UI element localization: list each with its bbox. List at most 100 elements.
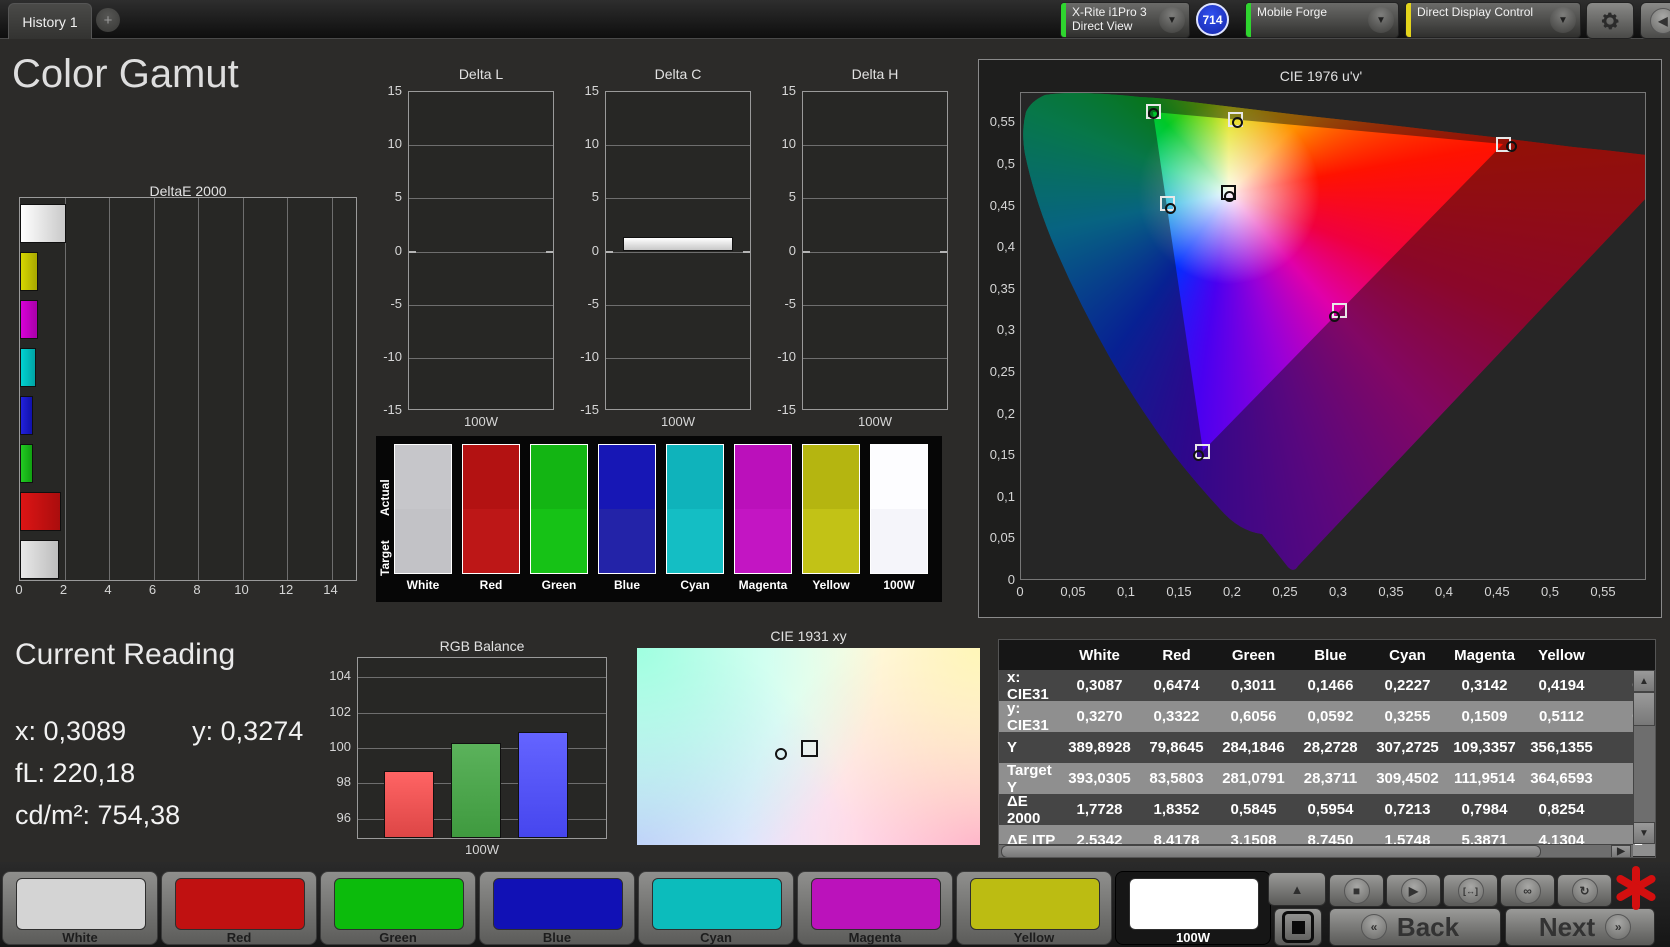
back-chevron-icon: « xyxy=(1360,914,1387,940)
y-tick-label: 0,55 xyxy=(989,114,1015,130)
table-cell: 0,7984 xyxy=(1461,801,1508,818)
delta-e-bar-green xyxy=(20,444,33,483)
y-tick-label: 0 xyxy=(394,242,402,258)
x-tick-label: 0 xyxy=(1016,584,1024,599)
swatch-actual xyxy=(599,445,655,509)
stop-button[interactable]: ■ xyxy=(1329,874,1384,907)
collapse-panel-button[interactable]: ◀ xyxy=(1640,2,1670,39)
table-row: Y 389,8928 79,8645 284,1846 28,2728 307,2725 1… xyxy=(999,732,1655,763)
loop-button[interactable]: ∞ xyxy=(1500,874,1555,907)
swatch-label: Cyan xyxy=(680,578,710,592)
next-chevron-icon: » xyxy=(1605,914,1632,940)
rgb-balance-plot-area xyxy=(357,657,607,839)
pattern-button-100w[interactable]: 100W xyxy=(1115,871,1271,945)
refresh-button[interactable]: ↻ xyxy=(1557,874,1612,907)
swatch-blue xyxy=(598,444,656,574)
next-button[interactable]: Next » xyxy=(1505,908,1655,946)
back-button[interactable]: « Back xyxy=(1329,908,1501,946)
meter-dropdown[interactable]: X-Rite i1Pro 3 Direct View ▼ xyxy=(1060,2,1190,38)
swatch-label: Red xyxy=(479,578,503,592)
results-table: White Red Green Blue Cyan Magenta Yellow x: CIE… xyxy=(998,639,1656,858)
swatch-label: Green xyxy=(541,578,577,592)
v-scroll-thumb[interactable] xyxy=(1633,692,1655,726)
zero-tick xyxy=(546,251,553,253)
chart-title: Delta H xyxy=(851,66,899,82)
pattern-window-button[interactable] xyxy=(1274,908,1322,946)
workflow-dropdown[interactable]: Direct Display Control ▼ xyxy=(1405,2,1581,38)
gear-icon xyxy=(1601,12,1619,29)
delta-e-plot-area xyxy=(19,197,357,581)
y-tick-label: 10 xyxy=(584,136,599,152)
gridline xyxy=(358,712,606,714)
gridline xyxy=(242,198,244,580)
row-label: Target Y xyxy=(1007,761,1052,796)
x-tick-label: 0,05 xyxy=(1060,584,1086,599)
table-cell: 0,5845 xyxy=(1230,801,1277,818)
gridline xyxy=(803,357,947,359)
rgb-bar-green xyxy=(451,742,501,838)
x-tick-label: 12 xyxy=(278,582,294,597)
y-tick-label: -10 xyxy=(383,348,402,364)
source-dropdown[interactable]: Mobile Forge ▼ xyxy=(1245,2,1399,38)
pattern-button-cyan[interactable]: Cyan xyxy=(638,871,794,945)
pattern-swatch xyxy=(493,878,623,930)
scroll-down-button[interactable]: ▼ xyxy=(1633,822,1655,844)
source-label: Mobile Forge xyxy=(1257,5,1328,19)
gridline xyxy=(109,198,110,580)
pattern-button-blue[interactable]: Blue xyxy=(479,871,635,945)
pattern-size-button-icon: [↔] xyxy=(1457,877,1484,904)
settings-button[interactable] xyxy=(1586,2,1634,39)
pattern-size-button[interactable]: [↔] xyxy=(1443,874,1498,907)
pattern-button-white[interactable]: White xyxy=(2,871,158,945)
y-tick-label: 0,05 xyxy=(989,530,1015,546)
pattern-button-green[interactable]: Green xyxy=(320,871,476,945)
table-cell: 364,6593 xyxy=(1530,770,1593,787)
chevron-down-icon[interactable]: ▼ xyxy=(1368,7,1394,33)
chevron-down-icon[interactable]: ▼ xyxy=(1159,7,1185,33)
actual-target-swatch-strip: Actual Target White Red Green Blue Cyan Magen… xyxy=(376,436,942,602)
swatch-actual xyxy=(531,445,587,509)
pattern-window-up-button[interactable]: ▲ xyxy=(1268,872,1326,906)
pattern-button-magenta[interactable]: Magenta xyxy=(797,871,953,945)
column-header xyxy=(999,640,1061,670)
table-cell: 109,3357 xyxy=(1453,739,1516,756)
row-label: Y xyxy=(1007,739,1018,756)
delta-e-bar-white xyxy=(20,540,60,579)
scroll-right-button[interactable]: ▶ xyxy=(1611,845,1631,857)
zero-tick xyxy=(940,251,947,253)
delta-e-bar-100w xyxy=(20,204,66,243)
swatch-label: Blue xyxy=(613,578,640,592)
table-row: x: CIE31 0,3087 0,6474 0,3011 0,1466 0,2227 0,… xyxy=(999,668,1655,703)
scroll-up-button[interactable]: ▲ xyxy=(1633,670,1655,692)
pattern-swatch xyxy=(652,878,782,930)
add-tab-button[interactable]: + xyxy=(96,8,120,32)
table-cell: 389,8928 xyxy=(1068,739,1131,756)
x-axis-label: 100W xyxy=(661,414,695,429)
swatch-actual xyxy=(463,445,519,509)
gridline xyxy=(606,357,750,359)
table-cell: 111,9514 xyxy=(1454,770,1515,787)
x-tick-label: 0,1 xyxy=(1116,584,1136,599)
pattern-button-yellow[interactable]: Yellow xyxy=(956,871,1112,945)
y-tick-label: 15 xyxy=(781,83,796,98)
swatch-100w xyxy=(870,444,928,574)
tab-history-1[interactable]: History 1 xyxy=(8,3,92,39)
pattern-button-red[interactable]: Red xyxy=(161,871,317,945)
x-tick-label: 0 xyxy=(15,582,23,597)
h-scroll-thumb[interactable] xyxy=(1001,845,1541,857)
gridline xyxy=(198,198,199,580)
cie-1976-plot-area: Gamut Coverage: 99,9% xyxy=(1020,92,1646,580)
current-reading-cd: cd/m²: 754,38 xyxy=(15,800,181,830)
row-label: x: CIE31 xyxy=(1007,668,1049,703)
chevron-down-icon[interactable]: ▼ xyxy=(1550,7,1576,33)
green-measured-marker xyxy=(1147,108,1159,120)
zero-tick xyxy=(606,251,613,253)
y-tick-label: 0,3 xyxy=(996,322,1015,338)
target-square-marker xyxy=(800,739,818,757)
delta_c-plot-area xyxy=(605,91,751,410)
loop-button-icon: ∞ xyxy=(1514,877,1541,904)
table-cell: 0,5112 xyxy=(1538,708,1585,725)
current-reading-xy: x: 0,3089 y: 0,3274 xyxy=(15,716,304,746)
y-tick-label: 15 xyxy=(584,83,599,98)
play-button[interactable]: ▶ xyxy=(1386,874,1441,907)
